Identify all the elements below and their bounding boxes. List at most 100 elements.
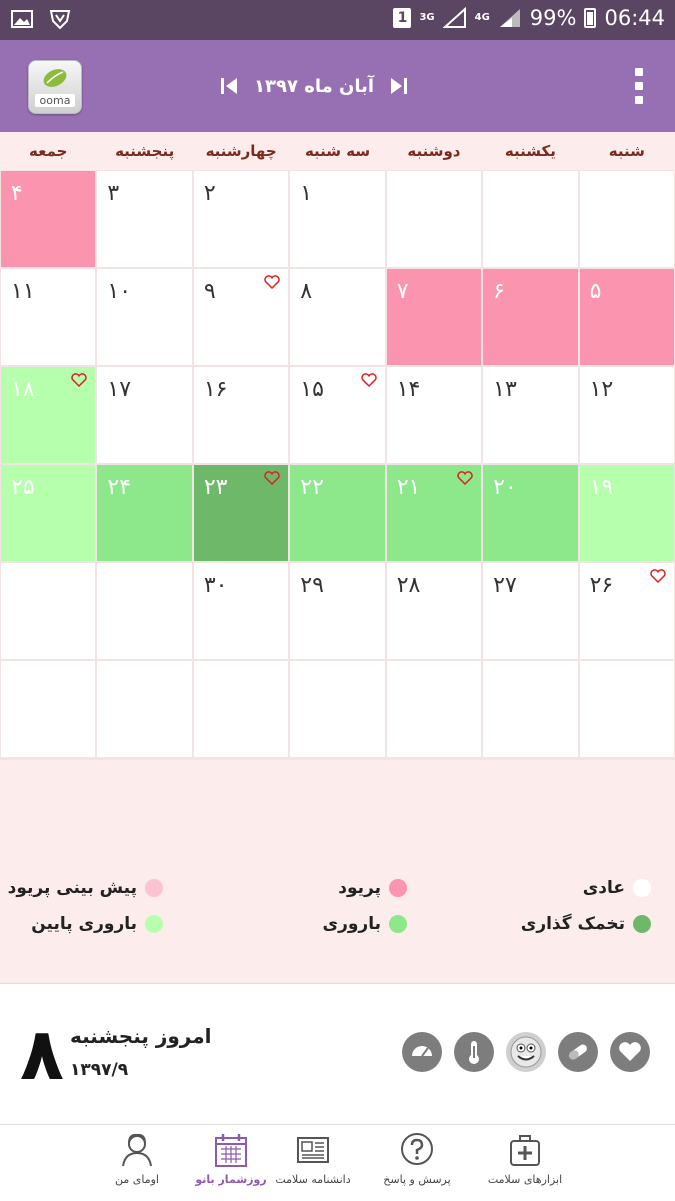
calendar-day[interactable]: ۲۱ bbox=[386, 465, 482, 561]
logo-text: ooma bbox=[35, 94, 75, 107]
day-number: ۱۶ bbox=[203, 377, 228, 402]
legend-label: تخمک گذاری bbox=[520, 914, 625, 934]
legend-item-low-fertility: باروری پایین bbox=[31, 914, 163, 934]
heart-icon bbox=[650, 569, 666, 583]
calendar-day[interactable]: ۳۰ bbox=[193, 563, 289, 659]
calendar-empty-cell bbox=[386, 661, 482, 757]
legend-item-fertile: باروری bbox=[323, 914, 407, 934]
calendar-day[interactable]: ۱۳ bbox=[483, 367, 578, 463]
weekday-label: یکشنبه bbox=[504, 142, 556, 160]
nav-label: دانشنامه سلامت bbox=[275, 1173, 351, 1186]
calendar-day[interactable]: ۲ bbox=[193, 171, 289, 267]
calendar-empty-cell bbox=[290, 661, 385, 757]
calendar-day[interactable]: ۲۶ bbox=[579, 563, 674, 659]
battery-icon bbox=[584, 8, 597, 28]
calendar-day[interactable]: ۱۷ bbox=[97, 367, 192, 463]
calendar-day[interactable]: ۱۸ bbox=[1, 367, 96, 463]
weekday-label: جمعه bbox=[29, 142, 68, 160]
calendar-day[interactable]: ۱۴ bbox=[386, 367, 482, 463]
legend-item-normal: عادی bbox=[583, 878, 651, 898]
calendar-day[interactable]: ۲۰ bbox=[483, 465, 578, 561]
app-header: ooma آبان ماه ۱۳۹۷ bbox=[0, 40, 675, 132]
day-number: ۱۰ bbox=[107, 279, 132, 304]
calendar-day[interactable]: ۳ bbox=[97, 171, 192, 267]
heart-button[interactable] bbox=[610, 1032, 650, 1072]
menu-dot bbox=[635, 82, 643, 90]
today-label: امروز پنجشنبه bbox=[70, 1024, 212, 1048]
calendar-day[interactable]: ۴ bbox=[1, 171, 96, 267]
calendar-day[interactable]: ۲۵ bbox=[1, 465, 96, 561]
network-3g: 3G bbox=[419, 12, 435, 23]
scale-button[interactable] bbox=[402, 1032, 442, 1072]
calendar-empty-cell bbox=[1, 661, 96, 757]
calendar-day[interactable]: ۲۴ bbox=[97, 465, 192, 561]
day-number: ۳ bbox=[107, 181, 120, 206]
calendar-day[interactable]: ۹ bbox=[193, 269, 289, 365]
calendar-day[interactable]: ۲۹ bbox=[290, 563, 385, 659]
calendar-day[interactable]: ۱۲ bbox=[579, 367, 674, 463]
leaf-icon bbox=[43, 69, 67, 87]
calendar-day[interactable]: ۱۱ bbox=[1, 269, 96, 365]
next-month-button[interactable] bbox=[388, 76, 408, 96]
question-icon bbox=[401, 1133, 433, 1165]
calendar-day[interactable]: ۸ bbox=[290, 269, 385, 365]
calendar-empty-cell bbox=[193, 661, 289, 757]
day-number: ۱۹ bbox=[589, 475, 614, 500]
heart-icon bbox=[619, 1042, 641, 1061]
nav-label: اومای من bbox=[115, 1173, 159, 1186]
menu-dot bbox=[635, 68, 643, 76]
today-panel: ۸ امروز پنجشنبه ۱۳۹۷/۹ bbox=[0, 983, 675, 1124]
day-number: ۱۲ bbox=[589, 377, 614, 402]
nav-questions[interactable]: پرسش و پاسخ bbox=[362, 1131, 472, 1186]
calendar-day[interactable]: ۲۸ bbox=[386, 563, 482, 659]
nav-calendar[interactable]: روزشمار بانو bbox=[176, 1131, 286, 1186]
legend-dot bbox=[389, 879, 407, 897]
signal-icon-2 bbox=[499, 9, 520, 27]
calendar-day[interactable]: ۵ bbox=[579, 269, 674, 365]
heart-icon bbox=[360, 373, 377, 387]
calendar-day[interactable]: ۲۷ bbox=[483, 563, 578, 659]
calendar-day[interactable]: ۲۳ bbox=[193, 465, 289, 561]
heart-icon bbox=[457, 471, 473, 485]
day-number: ۲۵ bbox=[11, 475, 35, 500]
calendar-day[interactable]: ۱۵ bbox=[290, 367, 385, 463]
calendar-day[interactable]: ۱۶ bbox=[193, 367, 289, 463]
month-navigator: آبان ماه ۱۳۹۷ bbox=[220, 70, 408, 102]
calendar-empty-cell bbox=[483, 661, 578, 757]
legend-dot bbox=[633, 915, 651, 933]
today-day-number: ۸ bbox=[20, 1012, 64, 1096]
calendar-day[interactable]: ۱۹ bbox=[579, 465, 674, 561]
nav-my-ooma[interactable]: اومای من bbox=[82, 1131, 192, 1186]
app-logo[interactable]: ooma bbox=[28, 60, 82, 114]
weekday-label: دوشنبه bbox=[407, 142, 461, 160]
newspaper-icon bbox=[297, 1137, 329, 1163]
nav-health-tools[interactable]: ابزارهای سلامت bbox=[470, 1131, 580, 1186]
mood-button[interactable] bbox=[506, 1032, 546, 1072]
calendar-day[interactable]: ۶ bbox=[483, 269, 578, 365]
legend-item-ovulation: تخمک گذاری bbox=[521, 914, 651, 934]
nav-label: روزشمار بانو bbox=[195, 1173, 267, 1186]
day-number: ۲۷ bbox=[493, 573, 517, 598]
calendar-empty-cell bbox=[579, 661, 674, 757]
overflow-menu-button[interactable] bbox=[635, 68, 645, 108]
thermometer-button[interactable] bbox=[454, 1032, 494, 1072]
pill-button[interactable] bbox=[558, 1032, 598, 1072]
legend-dot bbox=[145, 879, 163, 897]
day-number: ۸ bbox=[300, 279, 313, 304]
legend-item-period: پریود bbox=[338, 878, 407, 898]
smiley-icon bbox=[510, 1036, 542, 1068]
calendar-day[interactable]: ۷ bbox=[386, 269, 482, 365]
calendar-empty-cell bbox=[483, 171, 578, 267]
day-number: ۲۰ bbox=[493, 475, 517, 500]
user-icon bbox=[122, 1133, 152, 1167]
day-number: ۲ bbox=[203, 181, 216, 206]
nav-label: پرسش و پاسخ bbox=[383, 1173, 451, 1186]
pill-icon bbox=[569, 1044, 587, 1060]
legend-label: باروری پایین bbox=[31, 914, 137, 934]
calendar-day[interactable]: ۲۲ bbox=[290, 465, 385, 561]
prev-month-button[interactable] bbox=[220, 76, 240, 96]
calendar-day[interactable]: ۱ bbox=[290, 171, 385, 267]
calendar-day[interactable]: ۱۰ bbox=[97, 269, 192, 365]
sim-badge: 1 bbox=[393, 8, 412, 28]
day-number: ۱۸ bbox=[11, 377, 35, 402]
